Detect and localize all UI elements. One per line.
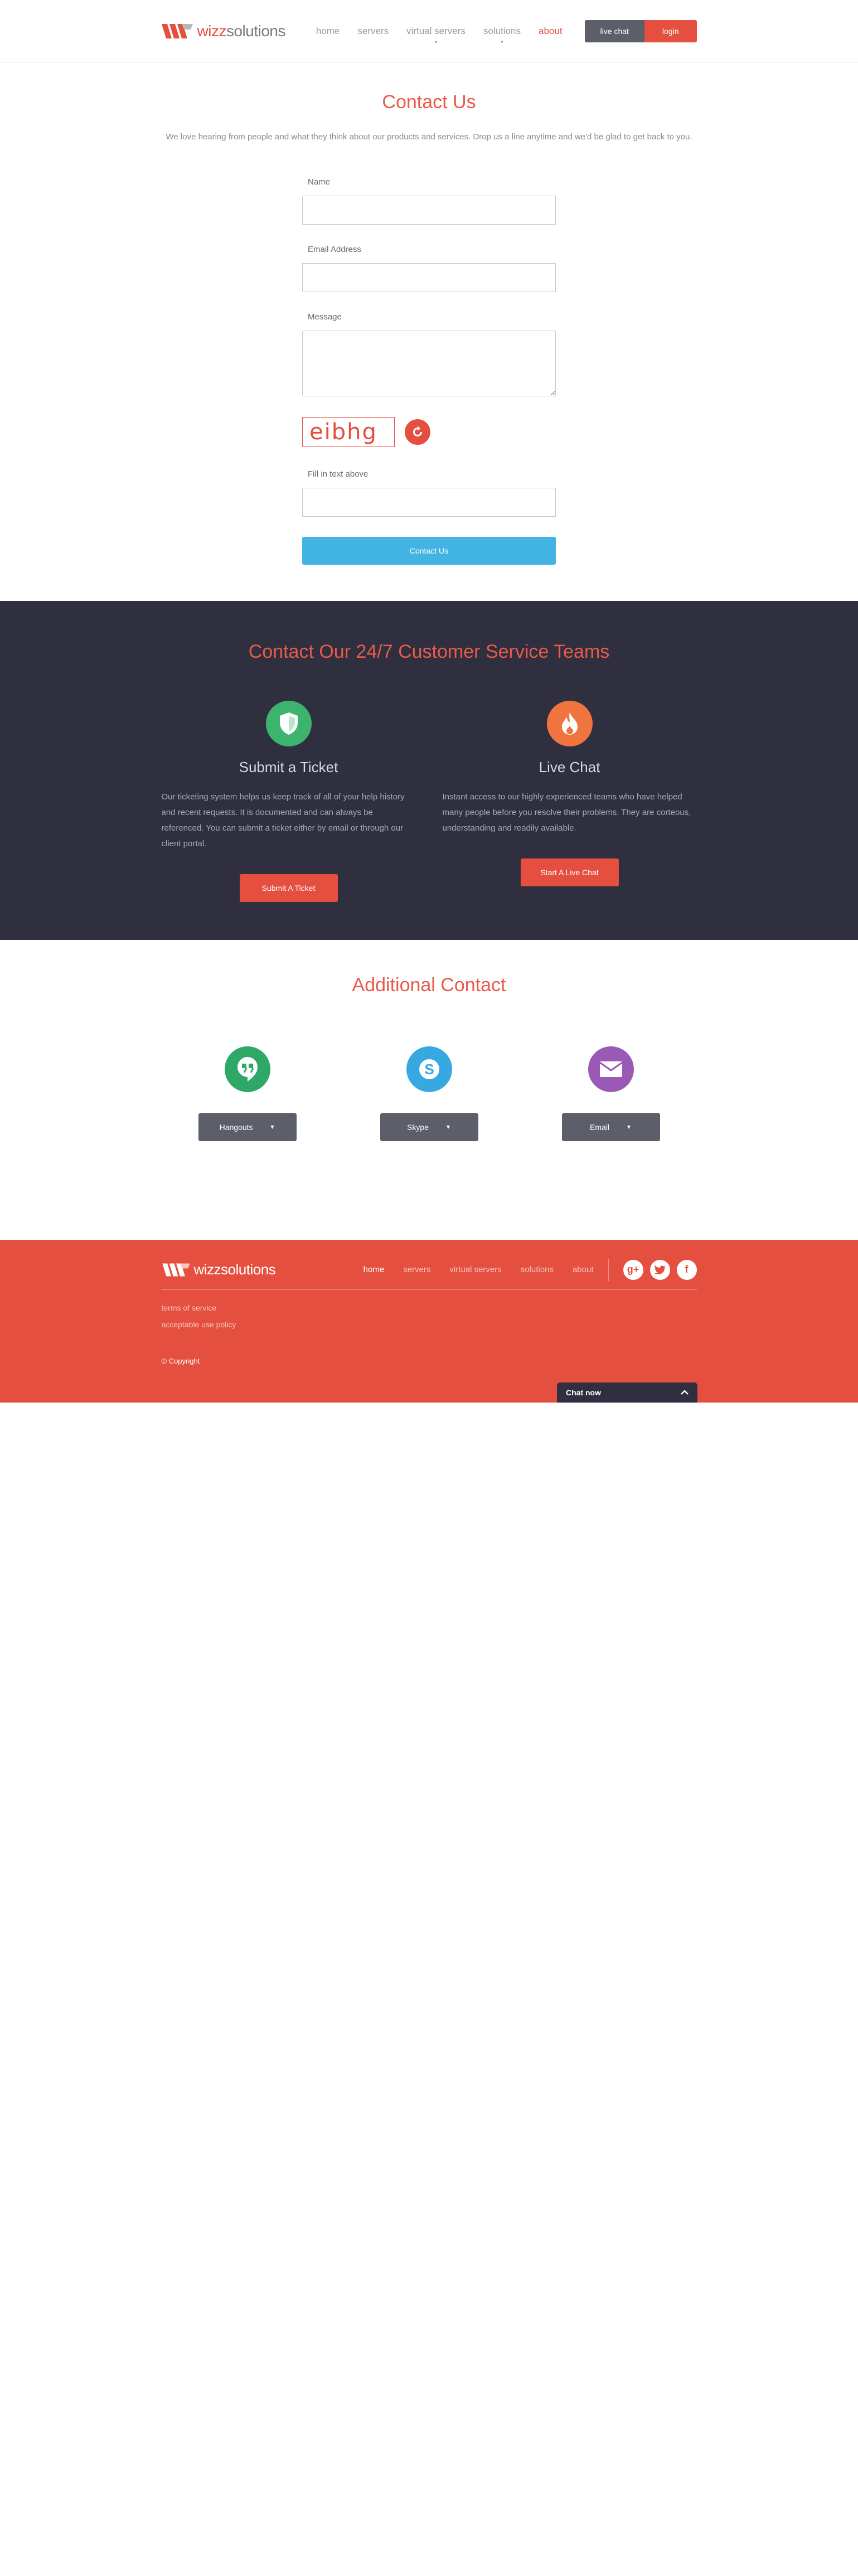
contact-intro: We love hearing from people and what the… — [166, 132, 692, 142]
caret-down-icon: ▼ — [434, 40, 438, 45]
additional-contact-section: Additional Contact Hangouts ▼ S Skype ▼ Em… — [0, 940, 858, 1240]
caret-down-icon: ▼ — [626, 1124, 632, 1131]
shield-icon — [265, 701, 312, 746]
footer-links: terms of service acceptable use policy — [162, 1303, 697, 1329]
acceptable-use-link[interactable]: acceptable use policy — [162, 1320, 697, 1329]
site-footer: wizzsolutions home servers virtual serve… — [0, 1240, 858, 1403]
captcha-field[interactable] — [302, 488, 556, 517]
footer-divider — [608, 1258, 609, 1281]
nav-solutions-label: solutions — [483, 26, 521, 36]
nav-virtual-servers-label: virtual servers — [406, 26, 466, 36]
terms-of-service-link[interactable]: terms of service — [162, 1303, 697, 1312]
social-links: g+ f — [623, 1259, 697, 1280]
skype-icon: S — [406, 1046, 452, 1092]
login-button[interactable]: login — [644, 20, 697, 42]
captcha-label: Fill in text above — [308, 469, 369, 479]
footer-nav-virtual-servers[interactable]: virtual servers — [449, 1265, 501, 1274]
footer-nav: home servers virtual servers solutions a… — [363, 1265, 594, 1274]
footer-nav-home[interactable]: home — [363, 1265, 385, 1274]
hangouts-icon — [224, 1046, 270, 1092]
nav-home[interactable]: home — [316, 26, 340, 37]
skype-dropdown[interactable]: Skype ▼ — [380, 1113, 478, 1141]
nav-virtual-servers[interactable]: virtual servers ▼ — [406, 26, 466, 45]
chevron-up-icon — [681, 1388, 689, 1397]
message-label: Message — [308, 312, 342, 322]
logo-mark-icon — [161, 24, 193, 38]
submit-ticket-button[interactable]: Submit A Ticket — [239, 874, 338, 902]
footer-logo-text: wizzsolutions — [193, 1261, 276, 1278]
email-field[interactable] — [302, 263, 556, 292]
refresh-icon[interactable] — [405, 419, 430, 445]
flame-icon — [546, 701, 593, 746]
chat-now-label: Chat now — [566, 1388, 601, 1397]
email-icon — [588, 1046, 634, 1092]
copyright: © Copyright — [161, 1357, 200, 1365]
contact-submit-button[interactable]: Contact Us — [302, 537, 556, 565]
live-chat-button[interactable]: live chat — [584, 20, 644, 42]
caret-down-icon: ▼ — [269, 1124, 275, 1131]
hangouts-item: Hangouts ▼ — [198, 1046, 297, 1141]
footer-logo[interactable]: wizzsolutions — [162, 1261, 276, 1278]
logo-text-wizz: wizz — [197, 22, 227, 40]
nav-solutions[interactable]: solutions ▼ — [483, 26, 521, 45]
svg-text:S: S — [424, 1061, 434, 1078]
hangouts-dropdown-label: Hangouts — [219, 1123, 253, 1132]
main-nav: home servers virtual servers ▼ solutions ▼… — [316, 26, 563, 45]
caret-down-icon: ▼ — [445, 1124, 451, 1131]
footer-nav-servers[interactable]: servers — [403, 1265, 430, 1274]
email-dropdown[interactable]: Email ▼ — [561, 1113, 660, 1141]
start-live-chat-button[interactable]: Start A Live Chat — [520, 858, 619, 886]
live-chat-text: Instant access to our highly experienced… — [442, 792, 691, 833]
footer-nav-about[interactable]: about — [573, 1265, 594, 1274]
hangouts-dropdown[interactable]: Hangouts ▼ — [198, 1113, 297, 1141]
caret-down-icon: ▼ — [500, 40, 505, 45]
page-title: Contact Us — [382, 91, 476, 113]
customer-service-section: Contact Our 24/7 Customer Service Teams … — [0, 601, 858, 940]
live-chat-title: Live Chat — [539, 759, 600, 775]
ticket-title: Submit a Ticket — [239, 759, 338, 775]
name-field[interactable] — [302, 196, 556, 225]
nav-servers[interactable]: servers — [357, 26, 389, 37]
ticket-column: Submit a Ticket Our ticketing system hel… — [162, 701, 416, 902]
contact-form: Name Email Address Message eibhg Fill in… — [302, 177, 556, 565]
name-label: Name — [308, 177, 331, 187]
chat-now-widget[interactable]: Chat now — [557, 1382, 697, 1403]
site-header: wizzsolutions home servers virtual serve… — [0, 0, 858, 62]
message-field[interactable] — [302, 331, 556, 396]
ticket-text: Our ticketing system helps us keep track… — [161, 792, 405, 848]
teams-title: Contact Our 24/7 Customer Service Teams — [248, 641, 610, 662]
captcha-image: eibhg — [302, 417, 395, 447]
google-plus-icon[interactable]: g+ — [623, 1259, 643, 1280]
contact-section: Contact Us We love hearing from people a… — [0, 62, 858, 601]
captcha-row: eibhg — [302, 417, 556, 447]
footer-logo-mark-icon — [162, 1263, 190, 1276]
facebook-icon[interactable]: f — [676, 1259, 697, 1280]
email-dropdown-label: Email — [590, 1123, 610, 1132]
email-item: Email ▼ — [561, 1046, 660, 1141]
skype-dropdown-label: Skype — [407, 1123, 429, 1132]
skype-item: S Skype ▼ — [380, 1046, 478, 1141]
logo-text-solutions: solutions — [226, 22, 286, 40]
live-chat-column: Live Chat Instant access to our highly e… — [443, 701, 697, 902]
logo[interactable]: wizzsolutions — [161, 22, 286, 41]
header-buttons: live chat login — [584, 20, 697, 42]
email-label: Email Address — [308, 245, 361, 254]
footer-nav-solutions[interactable]: solutions — [521, 1265, 554, 1274]
additional-title: Additional Contact — [352, 974, 506, 996]
nav-about[interactable]: about — [539, 26, 563, 37]
twitter-icon[interactable] — [649, 1259, 670, 1280]
